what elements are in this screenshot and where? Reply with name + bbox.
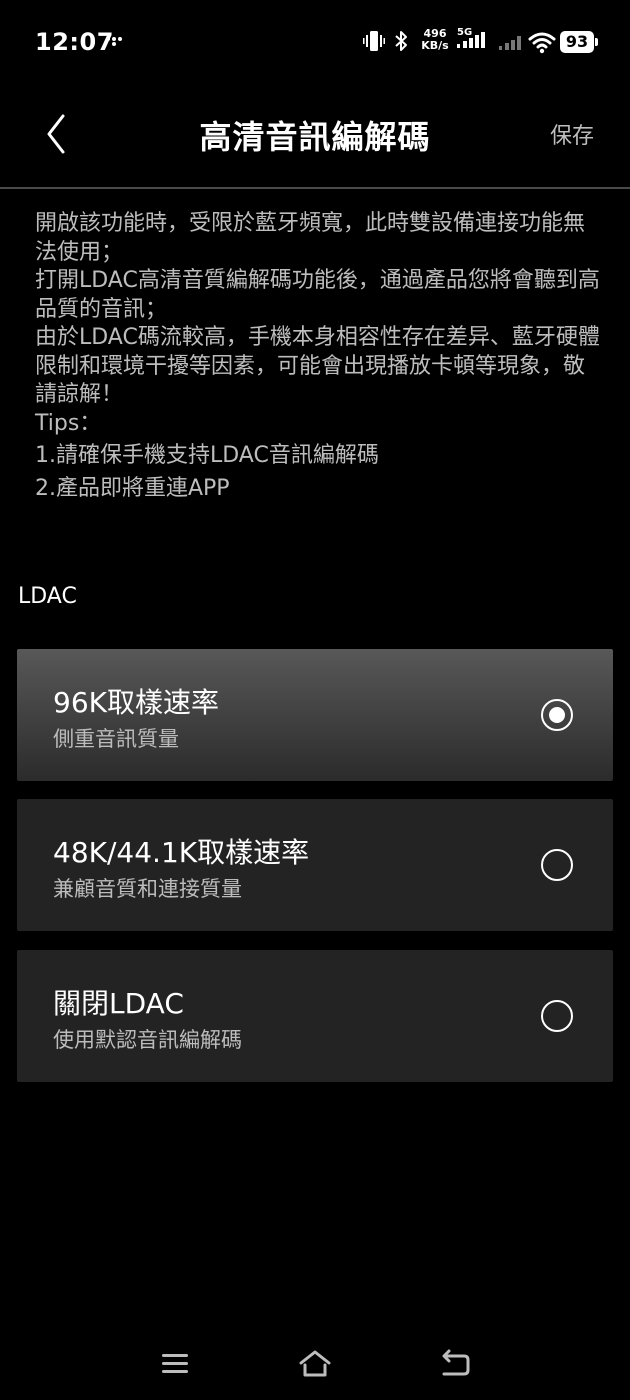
radio-unselected-icon[interactable] (541, 849, 573, 881)
radio-unselected-icon[interactable] (541, 1000, 573, 1032)
description: 開啟該功能時，受限於藍牙頻寬，此時雙設備連接功能無法使用； 打開LDAC高清音質… (35, 210, 600, 503)
option-subtitle: 兼顧音質和連接質量 (53, 877, 242, 901)
option-title: 96K取樣速率 (53, 686, 219, 719)
option-subtitle: 側重音訊質量 (53, 727, 179, 751)
radio-selected-icon[interactable] (541, 699, 573, 731)
status-bar: 12:07 496 KB/s 5G 93 (0, 0, 630, 84)
description-paragraph: 開啟該功能時，受限於藍牙頻寬，此時雙設備連接功能無法使用； (35, 211, 586, 265)
option-48k[interactable]: 48K/44.1K取樣速率 兼顧音質和連接質量 (17, 799, 613, 931)
header-divider (0, 187, 630, 189)
battery-indicator: 93 (560, 31, 598, 53)
section-label: LDAC (18, 584, 77, 609)
vibrate-icon (363, 31, 385, 51)
back-icon[interactable] (438, 1348, 472, 1378)
tips-heading: Tips： (35, 410, 102, 436)
description-paragraph: 由於LDAC碼流較高，手機本身相容性存在差异、藍牙硬體限制和環境干擾等因素，可能… (35, 325, 600, 407)
page-title: 高清音訊編解碼 (199, 118, 431, 156)
status-time: 12:07 (35, 28, 114, 56)
save-button[interactable]: 保存 (550, 118, 594, 150)
wifi-icon (528, 32, 556, 54)
cellular-signal-2-icon (499, 36, 521, 50)
net-speed: 496 KB/s (420, 28, 450, 52)
option-subtitle: 使用默認音訊編解碼 (53, 1028, 242, 1052)
option-title: 關閉LDAC (53, 987, 184, 1020)
menu-icon[interactable] (160, 1350, 190, 1376)
option-title: 48K/44.1K取樣速率 (53, 836, 310, 869)
cellular-signal-icon: 5G (457, 27, 485, 48)
network-type: 5G (457, 27, 472, 38)
navigation-bar (0, 1330, 630, 1400)
description-paragraph: 打開LDAC高清音質編解碼功能後，通過產品您將會聽到高品質的音訊； (35, 268, 600, 322)
bluetooth-icon (395, 31, 407, 51)
screen: 12:07 496 KB/s 5G 93 高清音訊編解碼 保存 開啟該功能時，受… (0, 0, 630, 1400)
header: 高清音訊編解碼 保存 (0, 84, 630, 188)
tip-item: 2.產品即將重連APP (35, 475, 230, 501)
net-speed-unit: KB/s (421, 39, 449, 52)
tip-item: 1.請確保手機支持LDAC音訊編解碼 (35, 443, 379, 468)
option-96k[interactable]: 96K取樣速率 側重音訊質量 (17, 649, 613, 781)
home-icon[interactable] (297, 1347, 333, 1379)
option-ldac-off[interactable]: 關閉LDAC 使用默認音訊編解碼 (17, 950, 613, 1082)
